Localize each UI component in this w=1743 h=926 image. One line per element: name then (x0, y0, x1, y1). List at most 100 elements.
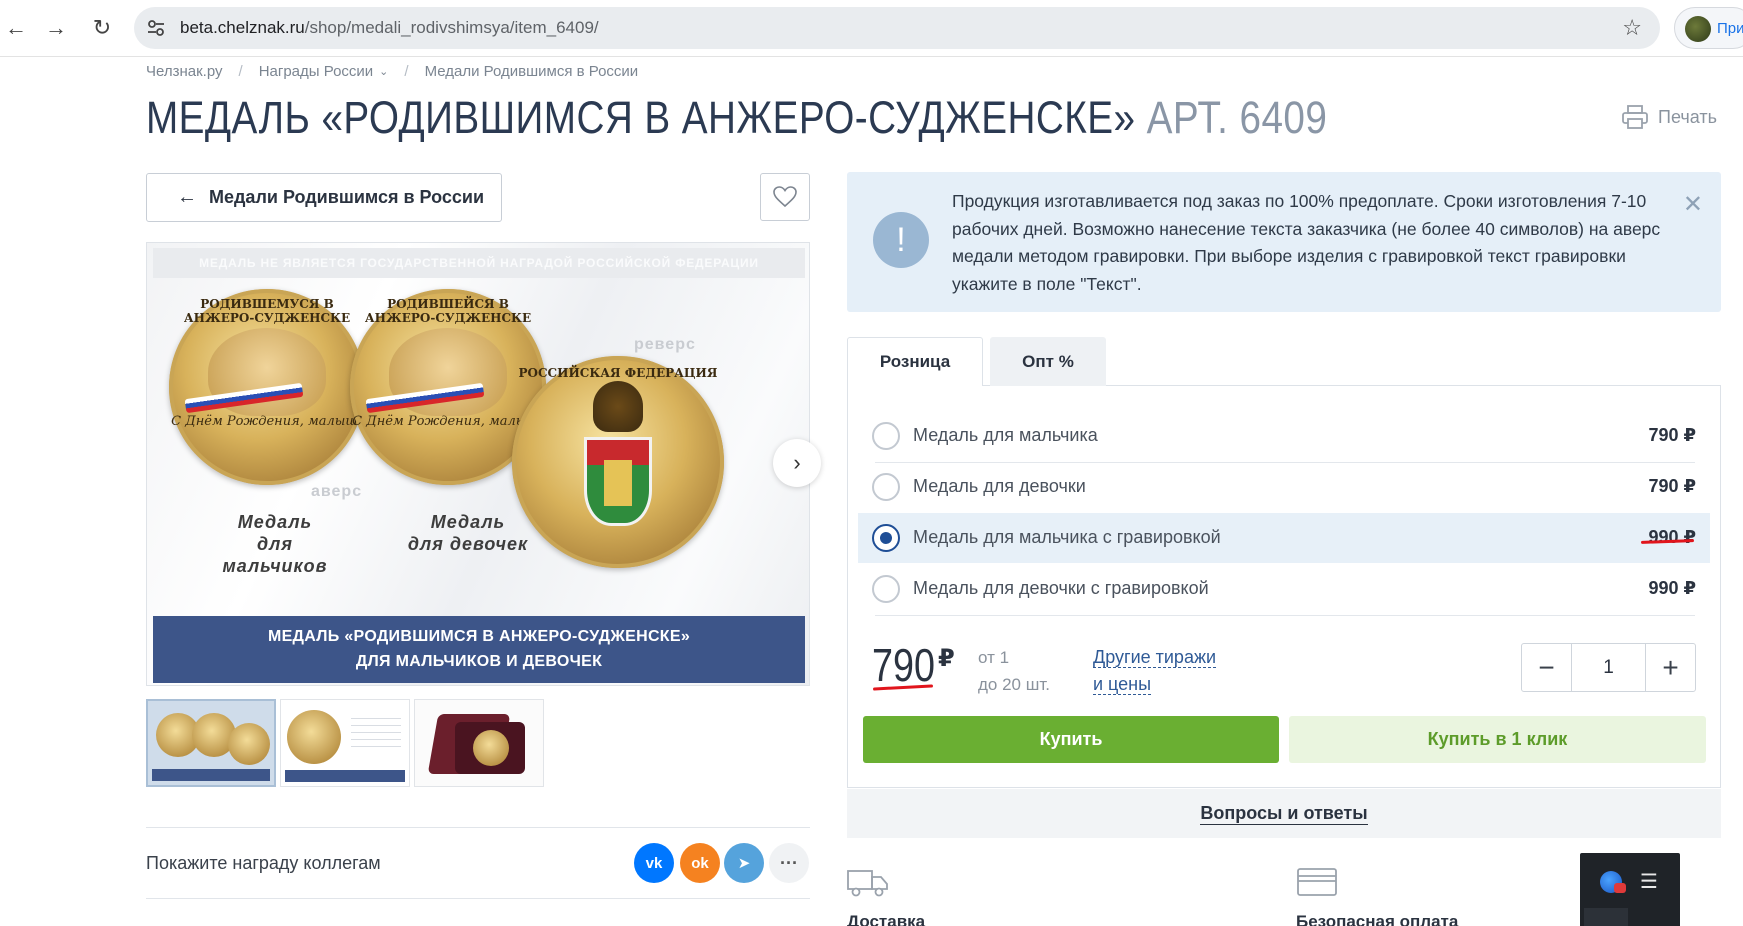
option-label: Медаль для мальчика с гравировкой (913, 527, 1221, 547)
eagle-emblem (592, 381, 644, 433)
site-settings-icon[interactable] (146, 18, 166, 38)
thumbnail-3[interactable] (414, 699, 544, 787)
feature-delivery[interactable]: Доставка (847, 865, 925, 926)
thumb-banner (152, 769, 270, 781)
odnoklassniki-icon: ok (691, 854, 709, 872)
thumb-medal (473, 730, 509, 766)
tray-item[interactable] (1584, 908, 1628, 926)
option-girl[interactable]: Медаль для девочки 790 ₽ (858, 462, 1710, 512)
chevron-down-icon[interactable]: ⌄ (379, 65, 388, 78)
option-price: 990 ₽ (1648, 527, 1696, 547)
breadcrumb-separator: / (238, 63, 243, 80)
notification-badge (1614, 883, 1626, 893)
radio-button-selected[interactable] (872, 524, 900, 552)
boys-caption: Медаль для мальчиков (222, 512, 328, 576)
vk-share-button[interactable]: vk (634, 843, 674, 883)
feature-secure-payment[interactable]: Безопасная оплата (1296, 865, 1458, 926)
medal-boy-image: РОДИВШЕМУСЯ В АНЖЕРО-СУДЖЕНСКЕ С Днём Ро… (169, 289, 365, 485)
tab-label: Розница (879, 352, 951, 371)
quantity-tier: от 1 до 20 шт. (978, 644, 1050, 698)
arrow-left-icon: ← (177, 186, 197, 208)
tab-wholesale[interactable]: Опт % (990, 337, 1106, 386)
reload-icon[interactable]: ↻ (86, 12, 118, 44)
radio-button[interactable] (872, 422, 900, 450)
telegram-icon: ➤ (737, 855, 751, 872)
feature-label: Безопасная оплата (1296, 912, 1459, 926)
banner-line-1: МЕДАЛЬ «РОДИВШИМСЯ В АНЖЕРО-СУДЖЕНСКЕ» (267, 628, 691, 645)
profile-button[interactable]: При (1674, 7, 1743, 49)
back-to-category-button[interactable]: ← Медали Родившимся в России (146, 173, 502, 222)
breadcrumb: Челзнак.ру / Награды России ⌄ / Медали Р… (146, 63, 638, 80)
breadcrumb-item-category[interactable]: Медали Родившимся в России (425, 63, 639, 80)
gallery-disclaimer: МЕДАЛЬ НЕ ЯВЛЯЕТСЯ ГОСУДАРСТВЕННОЙ НАГРА… (153, 248, 805, 278)
coat-of-arms (584, 436, 652, 526)
option-price: 790 ₽ (1648, 425, 1696, 445)
breadcrumb-separator: / (404, 63, 409, 80)
plus-icon: + (1662, 651, 1679, 683)
option-label: Медаль для девочки (913, 476, 1086, 496)
thumb-medal (287, 710, 341, 764)
tab-retail[interactable]: Розница (847, 337, 983, 386)
share-label: Покажите награду коллегам (146, 853, 381, 873)
breadcrumb-item-home[interactable]: Челзнак.ру (146, 63, 223, 80)
banner-line-2: ДЛЯ МАЛЬЧИКОВ И ДЕВОЧЕК (355, 653, 603, 670)
print-label: Печать (1658, 106, 1717, 127)
minus-button[interactable]: − (1522, 644, 1571, 691)
other-link-line-2: и цены (1093, 674, 1152, 695)
vk-icon: vk (645, 854, 663, 872)
address-bar[interactable]: beta.chelznak.ru/shop/medali_rodivshimsy… (134, 7, 1660, 49)
favorite-button[interactable] (760, 173, 810, 221)
option-label: Медаль для мальчика (913, 425, 1098, 445)
quantity-value: 1 (1603, 656, 1614, 678)
breadcrumb-item-awards[interactable]: Награды России (259, 63, 373, 80)
avatar (1685, 16, 1711, 42)
back-arrow-icon[interactable]: ← (0, 12, 32, 44)
product-image-gallery[interactable]: МЕДАЛЬ НЕ ЯВЛЯЕТСЯ ГОСУДАРСТВЕННОЙ НАГРА… (146, 242, 810, 686)
close-icon[interactable]: ✕ (1683, 190, 1703, 219)
forward-arrow-icon[interactable]: → (40, 12, 72, 44)
notice-text: Продукция изготавливается под заказ по 1… (952, 191, 1661, 294)
radio-button[interactable] (872, 473, 900, 501)
option-price: 990 ₽ (1648, 578, 1696, 598)
plus-button[interactable]: + (1646, 644, 1695, 691)
card-icon (1297, 868, 1337, 896)
medal-ring-text: РОДИВШЕЙСЯ В АНЖЕРО-СУДЖЕНСКЕ (364, 297, 532, 325)
gallery-banner: МЕДАЛЬ «РОДИВШИМСЯ В АНЖЕРО-СУДЖЕНСКЕ» Д… (153, 616, 805, 683)
divider (146, 827, 810, 828)
url-text: beta.chelznak.ru/shop/medali_rodivshimsy… (180, 18, 599, 37)
thumbnail-1[interactable] (146, 699, 276, 787)
buy-button[interactable]: Купить (863, 716, 1279, 763)
option-girl-engraved[interactable]: Медаль для девочки с гравировкой 990 ₽ (858, 564, 1710, 614)
chevron-right-icon: › (793, 450, 801, 475)
quantity-input[interactable]: 1 (1571, 644, 1646, 691)
telegram-share-button[interactable]: ➤ (724, 843, 764, 883)
medal-ring-text: РОДИВШЕМУСЯ В АНЖЕРО-СУДЖЕНСКЕ (183, 297, 351, 325)
other-quantities-link[interactable]: Другие тиражи и цены (1093, 644, 1217, 698)
product-title: МЕДАЛЬ «РОДИВШИМСЯ В АНЖЕРО-СУДЖЕНСКЕ» (146, 92, 1136, 143)
girls-caption: Медаль для девочек (407, 512, 529, 554)
buy-one-click-button[interactable]: Купить в 1 клик (1289, 716, 1706, 763)
option-label: Медаль для девочки с гравировкой (913, 578, 1209, 598)
currency-symbol: ₽ (938, 645, 955, 672)
option-boy-engraved[interactable]: Медаль для мальчика с гравировкой 990 ₽ (858, 513, 1710, 563)
page-title: МЕДАЛЬ «РОДИВШИМСЯ В АНЖЕРО-СУДЖЕНСКЕ» А… (146, 92, 1327, 144)
quantity-stepper[interactable]: − 1 + (1521, 643, 1696, 692)
option-boy[interactable]: Медаль для мальчика 790 ₽ (858, 411, 1710, 461)
thumb-banner (285, 770, 405, 782)
bookmark-star-icon[interactable]: ☆ (1622, 15, 1642, 41)
product-article: АРТ. 6409 (1146, 92, 1328, 143)
thumbnail-2[interactable] (280, 699, 410, 787)
qa-label: Вопросы и ответы (1200, 802, 1368, 825)
gallery-next-button[interactable]: › (773, 439, 821, 487)
info-notice: ! Продукция изготавливается под заказ по… (847, 172, 1721, 312)
option-price: 790 ₽ (1648, 476, 1696, 496)
radio-button[interactable] (872, 575, 900, 603)
medal-ring-text: РОССИЙСКАЯ ФЕДЕРАЦИЯ (518, 366, 718, 380)
notifications-icon[interactable]: ☰ (1640, 869, 1658, 894)
ok-share-button[interactable]: ok (680, 843, 720, 883)
print-button[interactable]: Печать (1622, 105, 1717, 129)
divider (146, 898, 810, 899)
questions-answers-link[interactable]: Вопросы и ответы (847, 789, 1721, 838)
more-share-button[interactable]: ··· (769, 843, 809, 883)
other-link-line-1: Другие тиражи (1093, 647, 1217, 668)
